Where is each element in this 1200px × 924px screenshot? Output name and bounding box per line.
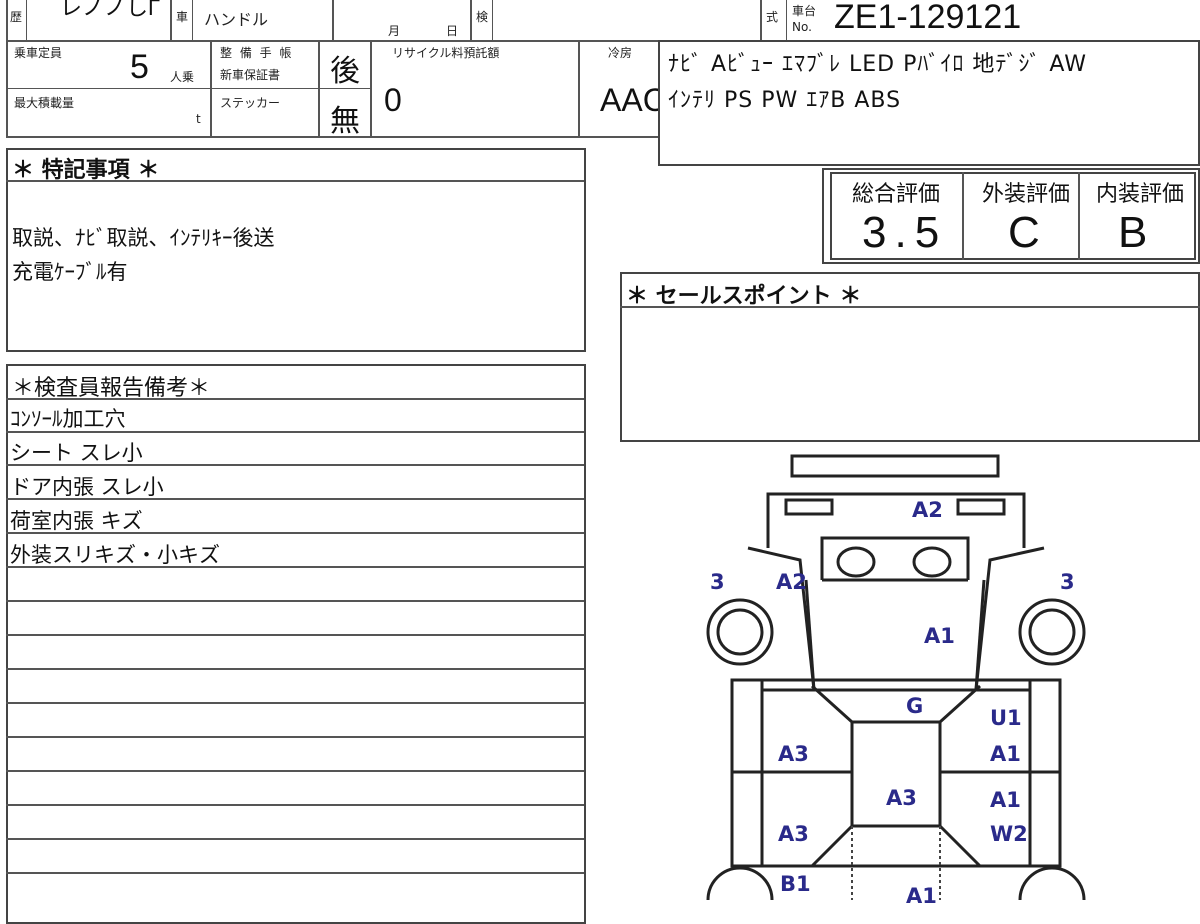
damage-right-rear-door-a: A1: [990, 788, 1021, 812]
headlight-left: [836, 546, 876, 578]
damage-left-front-tire: 3: [710, 570, 725, 594]
damage-left-rear-door: A3: [778, 822, 809, 846]
damage-right-front-tire: 3: [1060, 570, 1075, 594]
damage-roof: A3: [886, 786, 917, 810]
front-bumper-bar: [790, 454, 1000, 478]
damage-front-left-fender: A2: [776, 570, 807, 594]
rear-right-tire: [1018, 866, 1086, 900]
damage-left-rear-quarter: B1: [780, 872, 811, 896]
damage-right-front-pillar: U1: [990, 706, 1022, 730]
headlight-right: [912, 546, 952, 578]
roof: [850, 720, 942, 828]
front-grille: [766, 492, 1026, 548]
damage-windshield: G: [906, 694, 924, 718]
damage-rear-center: A1: [906, 884, 937, 908]
damage-hood: A1: [924, 624, 955, 648]
damage-right-front-door: A1: [990, 742, 1021, 766]
damage-front-bumper: A2: [912, 498, 943, 522]
damage-right-rear-door-w: W2: [990, 822, 1028, 846]
damage-left-front-door: A3: [778, 742, 809, 766]
rear-left-tire: [706, 866, 774, 900]
